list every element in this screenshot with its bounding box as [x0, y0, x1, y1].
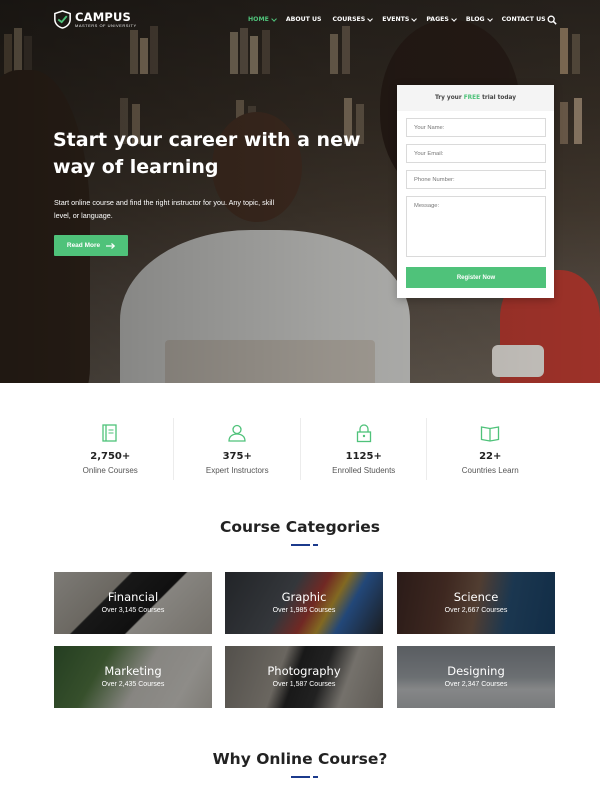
chevron-down-icon: [486, 15, 493, 22]
arrow-right-icon: [106, 242, 116, 249]
lock-icon: [356, 424, 371, 443]
category-count: Over 2,667 Courses: [444, 607, 508, 614]
category-name: Graphic: [281, 590, 327, 604]
message-field[interactable]: Message:: [406, 196, 546, 257]
nav-item-events[interactable]: EVENTS: [382, 15, 418, 23]
nav-item-contact-us[interactable]: CONTACT US: [502, 16, 546, 23]
category-card-science[interactable]: Science Over 2,667 Courses: [397, 572, 555, 634]
stat-label: Expert Instructors: [205, 466, 269, 475]
form-heading-highlight: FREE: [463, 95, 481, 101]
stat-label: Enrolled Students: [332, 466, 396, 475]
read-more-button[interactable]: Read More: [54, 235, 128, 256]
stat-value: 22+: [479, 451, 502, 462]
open-book-icon: [481, 426, 500, 442]
why-online-course-title: Why Online Course?: [212, 750, 388, 768]
chevron-down-icon: [367, 15, 374, 22]
category-count: Over 2,435 Courses: [101, 681, 165, 688]
hero-section: CAMPUS MASTERS OF UNIVERSITY HOME ABOUT U…: [0, 0, 600, 383]
stat-online-courses: 2,750+ Online Courses: [47, 418, 173, 480]
site-logo[interactable]: CAMPUS MASTERS OF UNIVERSITY: [54, 10, 137, 29]
hero-subtitle: Start online course and find the right i…: [54, 198, 275, 220]
stat-label: Online Courses: [82, 466, 138, 475]
nav-item-courses[interactable]: COURSES: [332, 15, 374, 23]
register-now-button[interactable]: Register Now: [406, 267, 546, 288]
book-icon: [102, 424, 117, 442]
category-count: Over 1,985 Courses: [272, 607, 336, 614]
category-name: Science: [453, 590, 499, 604]
nav-item-blog[interactable]: BLOG: [466, 15, 493, 23]
logo-subtitle: MASTERS OF UNIVERSITY: [75, 22, 137, 28]
name-field[interactable]: Your Name:: [406, 118, 546, 137]
category-count: Over 3,145 Courses: [101, 607, 165, 614]
top-navigation: CAMPUS MASTERS OF UNIVERSITY HOME ABOUT U…: [0, 0, 600, 40]
category-card-marketing[interactable]: Marketing Over 2,435 Courses: [54, 646, 212, 708]
form-heading: Try your FREE trial today: [397, 85, 554, 111]
nav-item-about-us[interactable]: ABOUT US: [286, 16, 322, 23]
chevron-down-icon: [451, 15, 457, 22]
category-name: Financial: [107, 590, 159, 604]
free-trial-form: Try your FREE trial today Your Name: You…: [397, 85, 554, 298]
search-icon[interactable]: [547, 15, 557, 25]
stat-label: Countries Learn: [461, 466, 519, 475]
nav-item-pages[interactable]: PAGES: [426, 15, 457, 23]
read-more-label: Read More: [66, 242, 101, 249]
course-categories-title: Course Categories: [219, 518, 381, 536]
stat-expert-instructors: 375+ Expert Instructors: [173, 418, 300, 480]
phone-field[interactable]: Phone Number:: [406, 170, 546, 189]
category-name: Designing: [447, 664, 505, 678]
category-name: Photography: [267, 664, 341, 678]
stat-enrolled-students: 1125+ Enrolled Students: [299, 418, 427, 480]
category-card-photography[interactable]: Photography Over 1,587 Courses: [225, 646, 383, 708]
logo-title: CAMPUS: [75, 9, 132, 24]
category-card-graphic[interactable]: Graphic Over 1,985 Courses: [225, 572, 383, 634]
stat-countries-learn: 22+ Countries Learn: [426, 418, 553, 480]
stat-value: 1125+: [345, 451, 382, 462]
hero-title: Start your career with a new way of lear…: [53, 129, 361, 178]
category-card-designing[interactable]: Designing Over 2,347 Courses: [397, 646, 555, 708]
stat-value: 375+: [222, 451, 252, 462]
stats-section: 2,750+ Online Courses 375+ Expert Instru…: [47, 418, 553, 480]
chevron-down-icon: [411, 15, 418, 22]
category-card-financial[interactable]: Financial Over 3,145 Courses: [54, 572, 212, 634]
user-icon: [228, 424, 246, 442]
nav-item-home[interactable]: HOME: [248, 15, 277, 23]
shield-logo-icon: [54, 10, 71, 29]
email-field[interactable]: Your Email:: [406, 144, 546, 163]
category-name: Marketing: [104, 664, 162, 678]
chevron-down-icon: [271, 15, 277, 22]
main-menu: HOME ABOUT US COURSES EVENTS PAGES BLOG CONTAC…: [248, 15, 557, 23]
stat-value: 2,750+: [90, 451, 131, 462]
category-count: Over 1,587 Courses: [272, 681, 336, 688]
category-count: Over 2,347 Courses: [444, 681, 508, 688]
